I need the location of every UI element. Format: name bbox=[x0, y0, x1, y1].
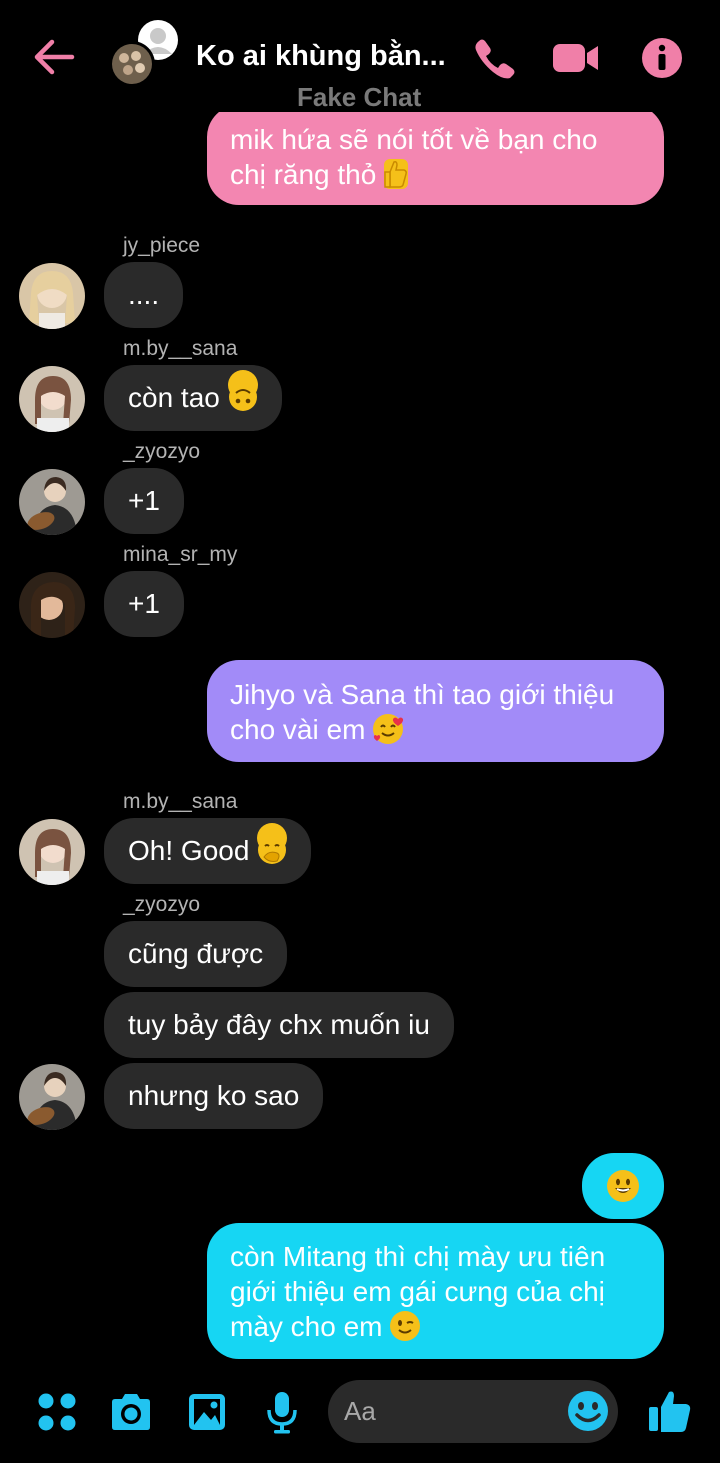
video-camera-icon[interactable] bbox=[552, 40, 600, 81]
incoming-message[interactable]: .... bbox=[104, 262, 184, 328]
more-apps-icon[interactable] bbox=[37, 1392, 77, 1437]
face-with-hand-over-mouth-emoji-icon bbox=[257, 823, 288, 864]
winking-face-emoji-icon bbox=[390, 1311, 421, 1341]
sender-name: mina_sr_my bbox=[123, 543, 238, 566]
message-text: .... bbox=[128, 279, 160, 310]
outgoing-message[interactable]: Jihyo và Sana thì tao giới thiệu cho vài… bbox=[207, 660, 664, 762]
outgoing-message[interactable]: còn Mitang thì chị mày ưu tiên giới thiệ… bbox=[207, 1223, 664, 1359]
thumbs-up-icon[interactable] bbox=[647, 1388, 693, 1439]
sender-name: m.by__sana bbox=[123, 790, 238, 813]
message-text: Oh! Good bbox=[128, 835, 250, 866]
image-icon[interactable] bbox=[187, 1392, 227, 1437]
message-text: Jihyo và Sana thì tao giới thiệu cho vài… bbox=[230, 679, 615, 745]
incoming-message[interactable]: còn tao bbox=[104, 365, 282, 431]
chat-header: Ko ai khùng bằn... Fake Chat bbox=[0, 0, 720, 112]
incoming-message[interactable]: +1 bbox=[104, 571, 184, 637]
incoming-message[interactable]: nhưng ko sao bbox=[104, 1063, 324, 1129]
avatar[interactable] bbox=[19, 469, 85, 535]
sender-name: _zyozyo bbox=[123, 893, 201, 916]
message-composer bbox=[0, 1370, 720, 1463]
incoming-message[interactable]: +1 bbox=[104, 468, 184, 534]
message-text: tuy bảy đây chx muốn iu bbox=[128, 1009, 430, 1040]
incoming-message[interactable]: cũng được bbox=[104, 921, 288, 987]
sender-name: jy_piece bbox=[123, 234, 201, 257]
message-text: cũng được bbox=[128, 938, 264, 969]
outgoing-message[interactable] bbox=[582, 1153, 664, 1219]
message-list[interactable]: mik hứa sẽ nói tốt về bạn cho chị răng t… bbox=[0, 0, 720, 1370]
camera-icon[interactable] bbox=[108, 1392, 154, 1437]
message-text: còn tao bbox=[128, 382, 220, 413]
grinning-face-emoji-icon bbox=[607, 1170, 639, 1202]
message-input[interactable] bbox=[344, 1394, 554, 1428]
message-text: nhưng ko sao bbox=[128, 1080, 300, 1111]
avatar[interactable] bbox=[19, 1064, 85, 1130]
info-icon[interactable] bbox=[641, 37, 683, 84]
incoming-message[interactable]: tuy bảy đây chx muốn iu bbox=[104, 992, 454, 1058]
arrow-left-icon[interactable] bbox=[32, 37, 76, 82]
message-text: mik hứa sẽ nói tốt về bạn cho chị răng t… bbox=[230, 124, 598, 190]
upside-down-face-emoji-icon bbox=[227, 370, 258, 411]
group-avatar[interactable] bbox=[108, 18, 180, 90]
emoji-icon[interactable] bbox=[567, 1390, 609, 1437]
message-text: +1 bbox=[128, 485, 160, 516]
outgoing-message[interactable]: mik hứa sẽ nói tốt về bạn cho chị răng t… bbox=[207, 105, 664, 205]
avatar[interactable] bbox=[19, 263, 85, 329]
phone-icon[interactable] bbox=[473, 37, 517, 84]
microphone-icon[interactable] bbox=[265, 1390, 299, 1439]
chat-title[interactable]: Ko ai khùng bằn... bbox=[196, 40, 446, 73]
sender-name: m.by__sana bbox=[123, 337, 238, 360]
avatar[interactable] bbox=[19, 819, 85, 885]
avatar[interactable] bbox=[19, 366, 85, 432]
thumbs-up-emoji-icon bbox=[384, 159, 409, 189]
message-input-container[interactable] bbox=[328, 1380, 618, 1443]
message-text: +1 bbox=[128, 588, 160, 619]
chat-subtitle: Fake Chat bbox=[297, 82, 422, 112]
sender-name: _zyozyo bbox=[123, 440, 201, 463]
incoming-message[interactable]: Oh! Good bbox=[104, 818, 312, 884]
avatar[interactable] bbox=[19, 572, 85, 638]
smiling-face-with-hearts-emoji-icon bbox=[373, 714, 404, 744]
